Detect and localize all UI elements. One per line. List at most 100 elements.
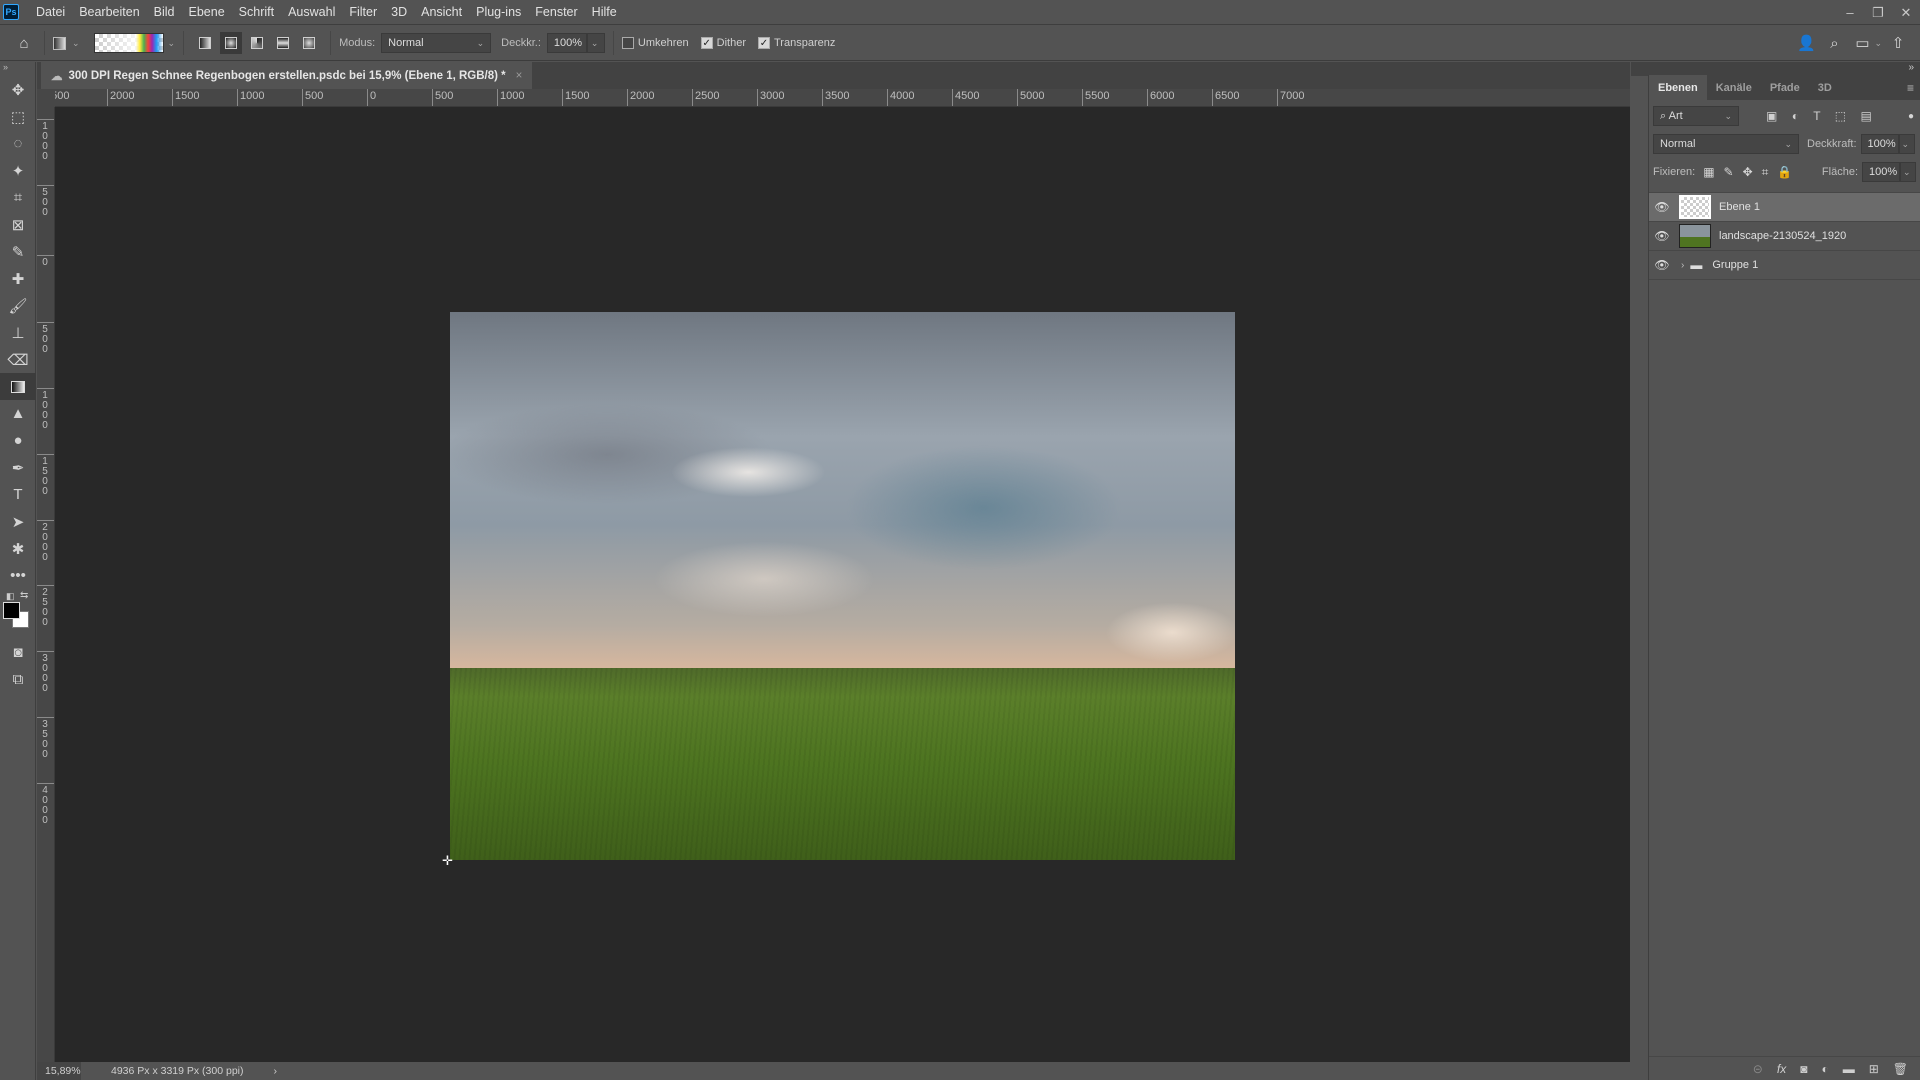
gradient-tool-icon[interactable] <box>0 373 36 400</box>
workspace-icon[interactable]: ▭ <box>1850 31 1874 55</box>
menu-datei[interactable]: Datei <box>29 0 72 25</box>
type-tool-icon[interactable]: T <box>0 481 36 508</box>
status-menu-arrow-icon[interactable]: › <box>274 1065 278 1077</box>
chevron-down-icon[interactable]: ⌄ <box>1874 38 1882 49</box>
menu-auswahl[interactable]: Auswahl <box>281 0 342 25</box>
blend-mode-dropdown[interactable]: Normal ⌄ <box>381 33 492 53</box>
angle-gradient-button[interactable] <box>246 32 268 54</box>
default-colors-icon[interactable]: ◧ <box>6 591 15 602</box>
ruler-origin[interactable] <box>37 89 55 107</box>
checkbox-checked[interactable]: ✓ <box>700 37 713 49</box>
eyedropper-tool-icon[interactable]: ✎ <box>0 238 36 265</box>
custom-shape-tool-icon[interactable]: ✱ <box>0 535 36 562</box>
vertical-ruler[interactable]: 01 0 0 05 0 005 0 01 0 0 01 5 0 02 0 0 0… <box>37 107 55 1062</box>
menu-bild[interactable]: Bild <box>147 0 182 25</box>
lock-all-icon[interactable]: 🔒 <box>1777 165 1792 179</box>
new-layer-icon[interactable]: ⊞ <box>1869 1062 1879 1076</box>
radial-gradient-button[interactable] <box>220 32 243 54</box>
visibility-eye-icon[interactable]: 👁 <box>1649 200 1675 214</box>
layer-opacity-input[interactable]: 100% <box>1860 134 1899 154</box>
path-selection-tool-icon[interactable]: ➤ <box>0 508 36 535</box>
reverse-checkbox[interactable]: Umkehren <box>621 37 689 49</box>
layer-style-fx-icon[interactable]: fx <box>1777 1062 1786 1076</box>
gradient-picker[interactable]: ⌄ <box>93 33 175 53</box>
zoom-level[interactable]: 15,89% <box>37 1062 81 1080</box>
menu-3d[interactable]: 3D <box>384 0 414 25</box>
type-layer-filter-icon[interactable]: T <box>1813 109 1820 123</box>
document-tab[interactable]: ☁ 300 DPI Regen Schnee Regenbogen erstel… <box>41 62 533 89</box>
linear-gradient-button[interactable] <box>194 32 216 54</box>
layer-row-gruppe-1[interactable]: 👁 › ▬ Gruppe 1 <box>1649 251 1920 280</box>
move-tool-icon[interactable]: ✥ <box>0 76 36 103</box>
lasso-tool-icon[interactable]: ◌ <box>0 130 36 157</box>
foreground-color-swatch[interactable] <box>3 602 20 619</box>
checkbox-unchecked[interactable] <box>621 37 634 49</box>
layer-filter-dropdown[interactable]: ⌕ Art ⌄ <box>1653 106 1739 126</box>
search-icon[interactable]: ⌕ <box>1822 31 1846 55</box>
minimize-button[interactable]: – <box>1836 0 1864 25</box>
collapse-toolbar-icon[interactable]: » <box>0 62 35 76</box>
dither-checkbox[interactable]: ✓ Dither <box>700 37 746 49</box>
quick-mask-icon[interactable]: ◙ <box>0 639 36 666</box>
healing-brush-tool-icon[interactable]: ✚ <box>0 265 36 292</box>
adjustment-layer-filter-icon[interactable]: ◐ <box>1792 109 1799 123</box>
frame-tool-icon[interactable]: ⊠ <box>0 211 36 238</box>
restore-button[interactable]: ❐ <box>1864 0 1892 25</box>
tab-kanaele[interactable]: Kanäle <box>1707 75 1761 100</box>
crop-tool-icon[interactable]: ⌗ <box>0 184 36 211</box>
smart-object-filter-icon[interactable]: ▤ <box>1860 109 1871 123</box>
shape-layer-filter-icon[interactable]: ⬚ <box>1835 109 1846 123</box>
pen-tool-icon[interactable]: ✒ <box>0 454 36 481</box>
layer-row-landscape[interactable]: 👁 landscape-2130524_1920 <box>1649 222 1920 251</box>
reflected-gradient-button[interactable] <box>272 32 294 54</box>
document-canvas-image[interactable] <box>450 312 1235 860</box>
marquee-tool-icon[interactable]: ⬚ <box>0 103 36 130</box>
lock-image-pixels-icon[interactable]: ✎ <box>1724 165 1734 179</box>
layer-opacity-dropdown[interactable]: ⌄ <box>1898 134 1915 154</box>
expand-group-chevron-icon[interactable]: › <box>1681 260 1684 271</box>
menu-ansicht[interactable]: Ansicht <box>414 0 469 25</box>
add-mask-icon[interactable]: ◙ <box>1800 1062 1807 1076</box>
opacity-dropdown[interactable]: ⌄ <box>586 33 605 53</box>
horizontal-ruler[interactable]: 2500200015001000500050010001500200025003… <box>55 89 1630 107</box>
close-window-button[interactable]: ✕ <box>1892 0 1920 25</box>
transparency-checkbox[interactable]: ✓ Transparenz <box>758 37 835 49</box>
tab-3d[interactable]: 3D <box>1809 75 1841 100</box>
fill-input[interactable]: 100% <box>1862 162 1900 182</box>
menu-ebene[interactable]: Ebene <box>182 0 232 25</box>
eraser-tool-icon[interactable]: ⌫ <box>0 346 36 373</box>
layer-blend-mode-dropdown[interactable]: Normal ⌄ <box>1653 134 1799 154</box>
menu-filter[interactable]: Filter <box>342 0 384 25</box>
canvas-area[interactable] <box>55 107 1630 1062</box>
adjustment-layer-icon[interactable]: ◐ <box>1821 1062 1828 1076</box>
home-icon[interactable]: ⌂ <box>12 31 36 55</box>
clone-stamp-tool-icon[interactable]: ⊥ <box>0 319 36 346</box>
new-group-folder-icon[interactable]: ▬ <box>1843 1062 1855 1076</box>
fill-dropdown[interactable]: ⌄ <box>1900 162 1916 182</box>
panel-menu-icon[interactable]: ≡ <box>1907 75 1920 100</box>
delete-layer-trash-icon[interactable]: 🗑 <box>1893 1062 1908 1076</box>
pixel-layer-filter-icon[interactable]: ▣ <box>1766 109 1777 123</box>
visibility-eye-icon[interactable]: 👁 <box>1649 258 1675 272</box>
tab-pfade[interactable]: Pfade <box>1761 75 1809 100</box>
menu-hilfe[interactable]: Hilfe <box>585 0 624 25</box>
layer-row-ebene-1[interactable]: 👁 Ebene 1 <box>1649 193 1920 222</box>
share-icon[interactable]: ⇧ <box>1886 31 1910 55</box>
close-tab-icon[interactable]: × <box>516 70 523 82</box>
diamond-gradient-button[interactable] <box>298 32 320 54</box>
menu-schrift[interactable]: Schrift <box>232 0 281 25</box>
link-layers-icon[interactable]: ⊝ <box>1753 1062 1763 1076</box>
dodge-tool-icon[interactable]: ● <box>0 427 36 454</box>
menu-bearbeiten[interactable]: Bearbeiten <box>72 0 146 25</box>
filter-toggle-icon[interactable]: ● <box>1908 111 1914 122</box>
panel-collapse-strip[interactable]: » <box>1631 62 1920 76</box>
blur-tool-icon[interactable]: ▲ <box>0 400 36 427</box>
gradient-preview[interactable] <box>93 33 164 53</box>
brush-tool-icon[interactable]: 🖌 <box>0 292 36 319</box>
visibility-eye-icon[interactable]: 👁 <box>1649 229 1675 243</box>
lock-position-icon[interactable]: ✥ <box>1743 165 1753 179</box>
checkbox-checked[interactable]: ✓ <box>758 37 770 49</box>
menu-fenster[interactable]: Fenster <box>528 0 584 25</box>
lock-artboard-icon[interactable]: ⌗ <box>1762 165 1769 180</box>
tool-preset-picker[interactable]: ⌄ <box>53 36 80 50</box>
